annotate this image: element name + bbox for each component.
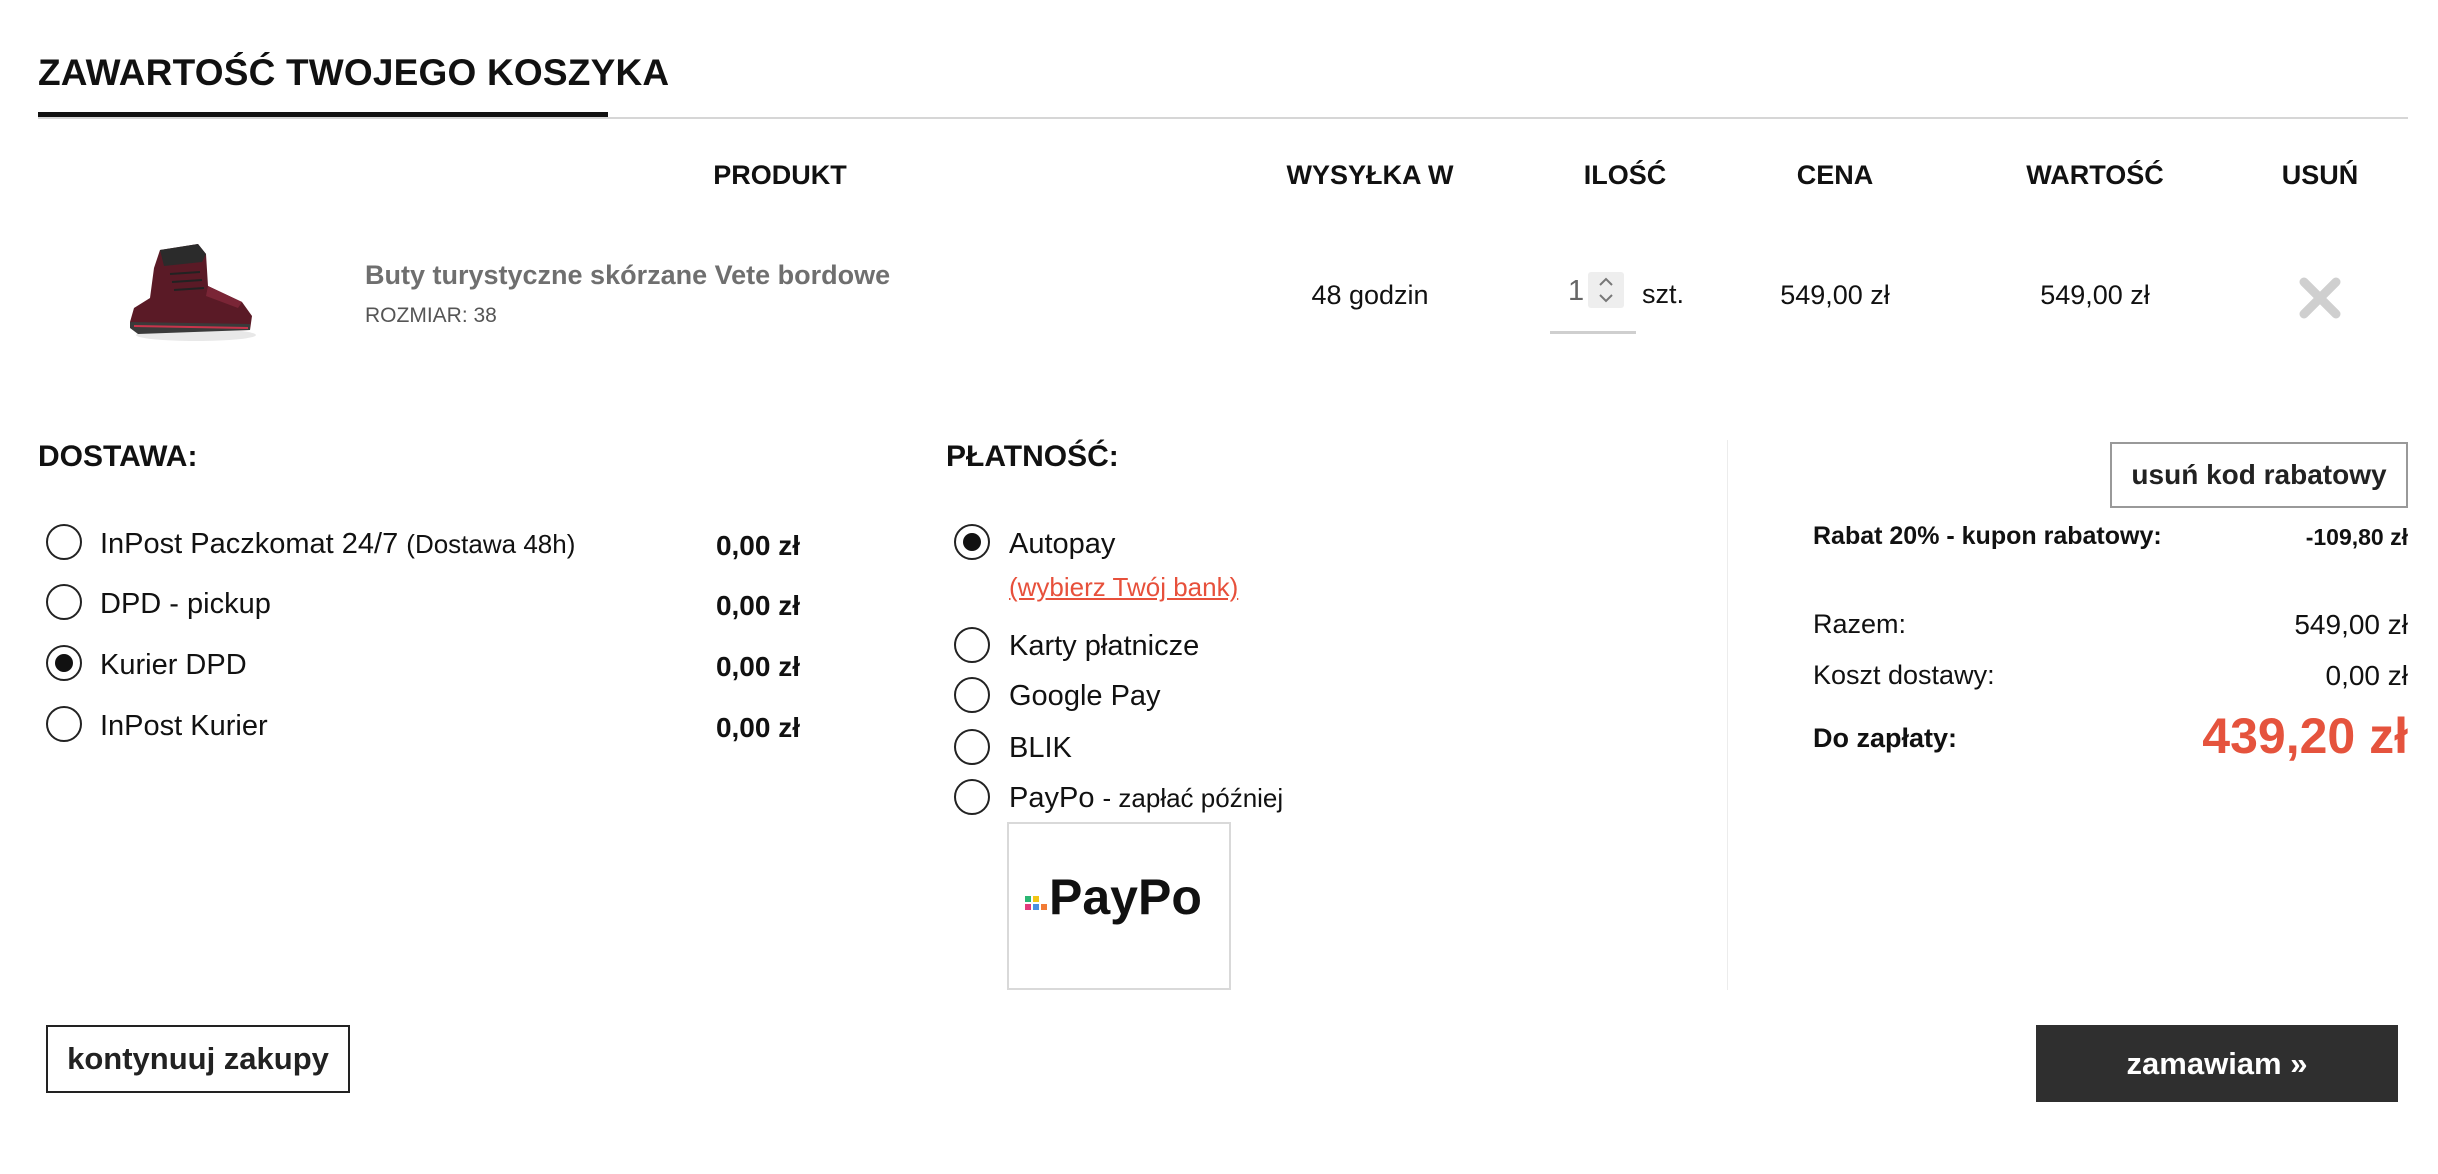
payment-option-cards[interactable]: Karty płatnicze <box>1009 630 1199 663</box>
payment-option-label: PayPo <box>1009 782 1095 814</box>
shipping-cost-value: 0,00 zł <box>2325 660 2409 691</box>
delivery-option-inpost-kurier[interactable]: InPost Kurier <box>100 710 268 743</box>
delivery-option-inpost-paczkomat[interactable]: InPost Paczkomat 24/7 (Dostawa 48h) <box>100 528 575 561</box>
column-header-shipping: WYSYŁKA W <box>1286 160 1454 190</box>
subtotal-value: 549,00 zł <box>2294 609 2408 640</box>
title-divider <box>38 117 2408 119</box>
delivery-price: 0,00 zł <box>715 651 800 682</box>
discount-label: Rabat 20% - kupon rabatowy: <box>1813 522 2162 550</box>
total-label: Do zapłaty: <box>1813 723 1958 753</box>
payment-radio-autopay[interactable] <box>954 524 990 560</box>
delivery-radio-inpost-kurier[interactable] <box>46 706 82 742</box>
title-underline <box>38 112 608 117</box>
discount-value: -109,80 zł <box>2305 524 2408 550</box>
paypo-logo: PayPo <box>1007 822 1231 990</box>
product-image[interactable] <box>120 238 270 346</box>
shipping-cost-label: Koszt dostawy: <box>1813 660 1995 690</box>
shipping-time: 48 godzin <box>1311 280 1429 310</box>
quantity-value[interactable]: 1 <box>1568 275 1584 308</box>
delivery-option-note: (Dostawa 48h) <box>406 529 576 559</box>
delivery-heading: DOSTAWA: <box>38 440 198 473</box>
delivery-option-label: InPost Paczkomat 24/7 <box>100 528 399 560</box>
quantity-spinner[interactable] <box>1588 272 1624 308</box>
chevron-up-icon[interactable] <box>1588 272 1624 290</box>
delivery-radio-inpost-paczkomat[interactable] <box>46 524 82 560</box>
quantity-unit: szt. <box>1642 279 1685 309</box>
subtotal-label: Razem: <box>1813 609 1907 639</box>
column-header-quantity: ILOŚĆ <box>1583 160 1667 190</box>
place-order-button[interactable]: zamawiam » <box>2036 1025 2398 1102</box>
page-title: ZAWARTOŚĆ TWOJEGO KOSZYKA <box>38 52 670 93</box>
payment-radio-blik[interactable] <box>954 729 990 765</box>
delivery-price: 0,00 zł <box>715 712 800 743</box>
product-name-link[interactable]: Buty turystyczne skórzane Vete bordowe <box>365 260 890 291</box>
payment-radio-paypo[interactable] <box>954 779 990 815</box>
column-header-value: WARTOŚĆ <box>2026 160 2164 190</box>
payment-option-note: - zapłać później <box>1102 783 1284 813</box>
chevron-down-icon[interactable] <box>1588 290 1624 308</box>
payment-option-autopay[interactable]: Autopay <box>1009 528 1115 561</box>
choose-bank-link[interactable]: (wybierz Twój bank) <box>1009 572 1238 603</box>
column-header-remove: USUŃ <box>2281 160 2359 190</box>
payment-radio-cards[interactable] <box>954 627 990 663</box>
item-value: 549,00 zł <box>2040 280 2150 310</box>
paypo-logo-text: PayPo <box>1049 869 1202 925</box>
column-header-price: CENA <box>1796 160 1874 190</box>
payment-option-blik[interactable]: BLIK <box>1009 732 1072 765</box>
product-size: ROZMIAR: 38 <box>365 304 497 327</box>
payment-option-paypo[interactable]: PayPo - zapłać później <box>1009 782 1283 815</box>
delivery-option-kurier-dpd[interactable]: Kurier DPD <box>100 649 247 682</box>
payment-option-google-pay[interactable]: Google Pay <box>1009 680 1161 713</box>
remove-coupon-button[interactable]: usuń kod rabatowy <box>2110 442 2408 508</box>
summary-divider <box>1727 440 1728 990</box>
delivery-price: 0,00 zł <box>715 590 800 621</box>
close-x-icon[interactable] <box>2295 273 2345 323</box>
delivery-radio-dpd-pickup[interactable] <box>46 584 82 620</box>
delivery-radio-kurier-dpd[interactable] <box>46 645 82 681</box>
delivery-option-dpd-pickup[interactable]: DPD - pickup <box>100 588 271 621</box>
payment-heading: PŁATNOŚĆ: <box>946 440 1119 473</box>
column-header-product: PRODUKT <box>713 160 847 190</box>
continue-shopping-button[interactable]: kontynuuj zakupy <box>46 1025 350 1093</box>
delivery-price: 0,00 zł <box>715 530 800 561</box>
payment-radio-google-pay[interactable] <box>954 677 990 713</box>
item-price: 549,00 zł <box>1780 280 1890 310</box>
total-value: 439,20 zł <box>2202 708 2408 764</box>
